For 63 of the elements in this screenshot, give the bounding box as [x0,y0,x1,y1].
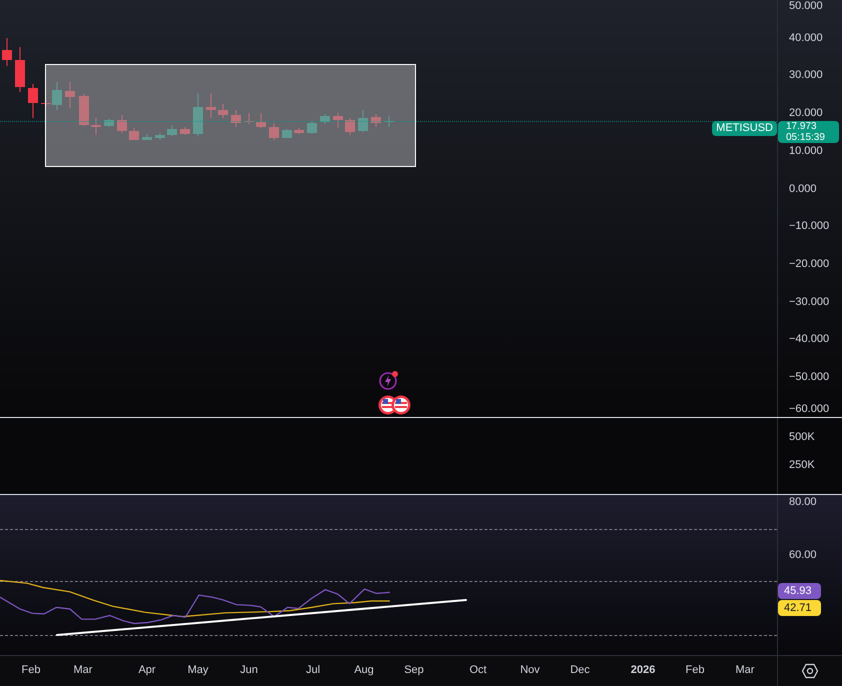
price-tick-label: −20.000 [789,258,830,270]
candlestick [371,114,381,128]
candlestick [345,118,355,136]
time-axis-label: Feb [686,663,704,677]
price-tick-label: 10.000 [789,144,823,157]
flag-event-icon[interactable] [377,394,413,416]
price-tick-label: −10.000 [789,220,830,232]
time-axis-label: Oct [469,663,487,677]
candlestick [333,112,343,128]
candlestick [28,84,38,118]
time-axis-label: Aug [354,663,374,677]
time-axis-label: Jul [306,663,320,677]
last-price: 17.973 [786,121,818,132]
time-axis-label: May [188,663,208,677]
candlestick [129,128,139,140]
candlestick [65,82,75,108]
price-tick-label: 50.000 [789,0,823,12]
trend-line[interactable] [55,598,468,637]
candlestick [79,94,89,126]
time-axis-label: Sep [404,663,424,677]
candlestick [142,134,152,140]
time-axis-label: Mar [736,663,754,677]
price-tick-label: −30.000 [789,296,830,308]
candlestick [294,128,304,134]
time-axis-label: Dec [570,663,590,677]
price-tick-label: −40.000 [789,333,830,346]
time-axis-label: 2026 [630,663,656,677]
time-axis-label: Feb [22,663,40,677]
rsi-value-badge: 45.93 [778,583,821,599]
candlestick [231,110,241,128]
time-axis-label: Nov [520,663,540,677]
candlestick [167,124,177,136]
time-axis-label: Jun [240,663,258,677]
candlestick [91,118,101,136]
price-tick-label: 0.000 [789,182,817,194]
candlestick [155,132,165,140]
time-axis-label: Apr [138,663,156,677]
volume-tick-label: 500K [789,430,815,444]
candlestick [180,126,190,136]
candlestick [206,92,216,118]
rsi-tick-label: 80.00 [789,495,817,509]
rsi-tick-label: 60.00 [789,548,817,562]
price-tick-label: 30.000 [789,69,823,82]
candlestick [218,104,228,118]
candlestick [282,128,292,138]
range-rectangle[interactable] [45,64,416,167]
candlestick [2,38,12,66]
settings-icon[interactable] [802,663,818,679]
candlestick [117,114,127,134]
price-tick-label: 40.000 [789,32,823,44]
price-tick-label: −60.000 [789,403,830,415]
candlestick [244,112,254,124]
rsi-value-badge: 42.71 [778,600,821,616]
candlestick [256,112,266,128]
metisusd-label: METISUSD [712,121,777,136]
price-tick-label: 20.000 [789,107,823,120]
countdown-timer: 05:15:39 [786,132,826,143]
candlestick [269,122,279,140]
lightning-event-icon[interactable] [378,369,400,391]
price-tick-label: −50.000 [789,371,830,383]
time-axis-label: Mar [74,663,92,677]
candlestick [15,46,25,92]
volume-tick-label: 250K [789,458,815,472]
